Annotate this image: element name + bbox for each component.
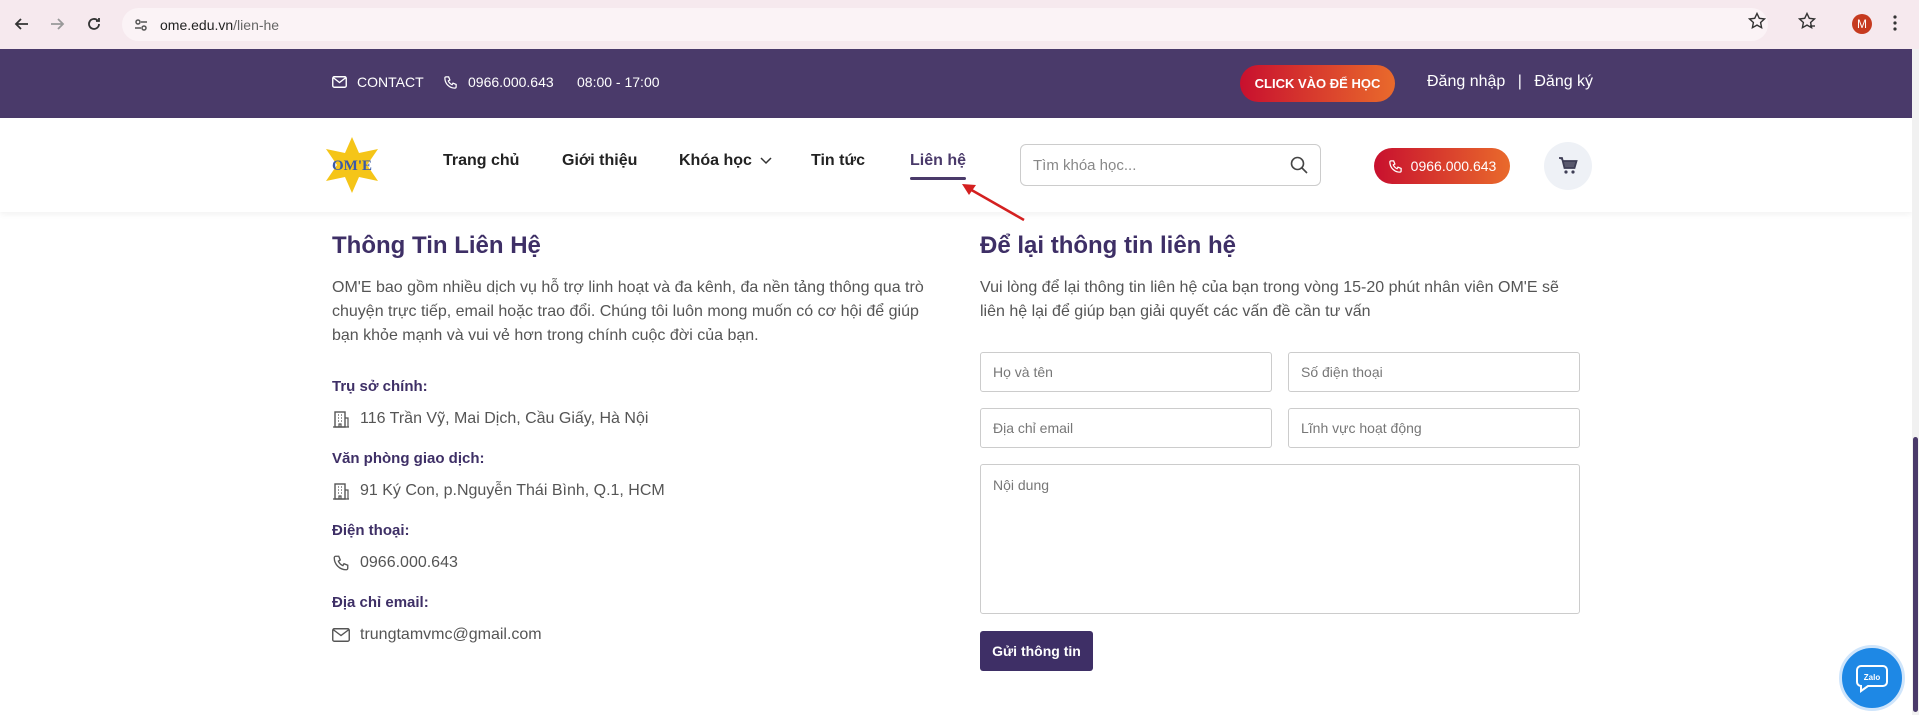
nav-about[interactable]: Giới thiệu xyxy=(562,152,637,170)
business-field[interactable]: Lĩnh vực hoạt động xyxy=(1288,408,1580,448)
search-input[interactable]: Tìm khóa học... xyxy=(1033,157,1136,174)
contact-email-text: trungtamvmc@gmail.com xyxy=(360,626,542,643)
back-icon[interactable] xyxy=(10,12,34,36)
submit-button[interactable]: Gửi thông tin xyxy=(980,631,1093,671)
reading-list-icon[interactable] xyxy=(1797,11,1817,35)
login-link[interactable]: Đăng nhập xyxy=(1427,73,1505,90)
opening-hours: 08:00 - 17:00 xyxy=(577,74,660,90)
contact-form-section: Để lại thông tin liên hệ Vui lòng để lại… xyxy=(980,232,1580,324)
register-link[interactable]: Đăng ký xyxy=(1534,73,1593,90)
auth-separator: | xyxy=(1517,73,1522,90)
kebab-menu-icon[interactable] xyxy=(1893,15,1897,36)
cart-button[interactable] xyxy=(1544,142,1592,190)
content-textarea[interactable]: Nội dung xyxy=(980,464,1580,614)
head-office-address: 116 Trần Vỹ, Mai Dịch, Cầu Giấy, Hà Nội xyxy=(332,410,648,428)
contact-phone-text: 0966.000.643 xyxy=(360,554,458,571)
mail-icon xyxy=(332,76,347,88)
bookmark-star-icon[interactable] xyxy=(1747,11,1767,35)
nav-courses[interactable]: Khóa học xyxy=(679,152,772,170)
head-office-address-text: 116 Trần Vỹ, Mai Dịch, Cầu Giấy, Hà Nội xyxy=(360,410,649,427)
address-bar[interactable]: ome.edu.vn/lien-he xyxy=(122,8,1768,41)
contact-link[interactable]: CONTACT xyxy=(332,74,424,90)
chevron-down-icon xyxy=(760,157,772,165)
search-icon[interactable] xyxy=(1290,156,1308,174)
phone-icon xyxy=(1388,159,1402,173)
reload-icon[interactable] xyxy=(82,12,106,36)
head-office-label: Trụ sở chính: xyxy=(332,378,428,395)
auth-links: Đăng nhập | Đăng ký xyxy=(1427,73,1593,91)
zalo-chat-button[interactable]: Zalo xyxy=(1839,645,1905,711)
email-label: Địa chỉ email: xyxy=(332,594,429,611)
page-scrollbar[interactable] xyxy=(1912,49,1919,715)
annotation-arrow-icon xyxy=(962,184,1025,222)
opening-hours-text: 08:00 - 17:00 xyxy=(577,74,660,90)
contact-info-intro: OM'E bao gồm nhiều dịch vụ hỗ trợ linh h… xyxy=(332,279,924,344)
nav-courses-label: Khóa học xyxy=(679,152,752,169)
branch-office-address-text: 91 Ký Con, p.Nguyễn Thái Bình, Q.1, HCM xyxy=(360,482,665,499)
url-path: /lien-he xyxy=(233,16,280,33)
main-header: OM'E Trang chủ Giới thiệu Khóa học Tin t… xyxy=(0,118,1912,212)
building-icon xyxy=(333,483,349,500)
url-domain: ome.edu.vn xyxy=(160,16,234,33)
topbar-phone[interactable]: 0966.000.643 xyxy=(443,74,554,90)
mail-icon xyxy=(332,628,350,642)
form-title: Để lại thông tin liên hệ xyxy=(980,232,1237,259)
logo-text: OM'E xyxy=(332,158,372,174)
name-field[interactable]: Họ và tên xyxy=(980,352,1272,392)
building-icon xyxy=(333,411,349,428)
form-description: Vui lòng để lại thông tin liên hệ của bạ… xyxy=(980,279,1559,320)
phone-icon xyxy=(333,555,349,571)
browser-toolbar: ome.edu.vn/lien-he M xyxy=(0,0,1919,49)
nav-home[interactable]: Trang chủ xyxy=(443,152,519,170)
top-info-bar: CONTACT 0966.000.643 08:00 - 17:00 CLICK… xyxy=(0,49,1912,118)
branch-office-label: Văn phòng giao dịch: xyxy=(332,450,485,467)
phone-icon xyxy=(444,75,457,89)
contact-info-section: Thông Tin Liên Hệ OM'E bao gồm nhiều dịc… xyxy=(332,232,932,652)
cart-icon xyxy=(1559,157,1578,174)
site-info-icon[interactable] xyxy=(134,18,148,32)
forward-icon[interactable] xyxy=(45,12,69,36)
zalo-icon: Zalo xyxy=(1856,665,1888,693)
phone-field[interactable]: Số điện thoại xyxy=(1288,352,1580,392)
nav-contact[interactable]: Liên hệ xyxy=(910,152,967,180)
header-phone-button[interactable]: 0966.000.643 xyxy=(1374,148,1510,184)
contact-email[interactable]: trungtamvmc@gmail.com xyxy=(332,626,542,644)
header-phone-number: 0966.000.643 xyxy=(1410,158,1497,174)
contact-phone[interactable]: 0966.000.643 xyxy=(332,554,458,572)
nav-news[interactable]: Tin tức xyxy=(811,152,865,170)
contact-info-title: Thông Tin Liên Hệ xyxy=(332,232,541,259)
site-logo[interactable]: OM'E xyxy=(322,135,382,195)
profile-avatar[interactable]: M xyxy=(1852,14,1872,34)
learn-now-button[interactable]: CLICK VÀO ĐỂ HỌC xyxy=(1240,65,1395,102)
zalo-label: Zalo xyxy=(1864,673,1881,682)
scrollbar-thumb[interactable] xyxy=(1913,437,1918,712)
branch-office-address: 91 Ký Con, p.Nguyễn Thái Bình, Q.1, HCM xyxy=(332,482,665,500)
course-search[interactable]: Tìm khóa học... xyxy=(1020,144,1321,186)
url-text: ome.edu.vn/lien-he xyxy=(160,17,279,33)
topbar-phone-number: 0966.000.643 xyxy=(468,74,554,90)
email-field[interactable]: Địa chỉ email xyxy=(980,408,1272,448)
phone-label: Điện thoại: xyxy=(332,522,410,539)
contact-label: CONTACT xyxy=(357,74,424,90)
